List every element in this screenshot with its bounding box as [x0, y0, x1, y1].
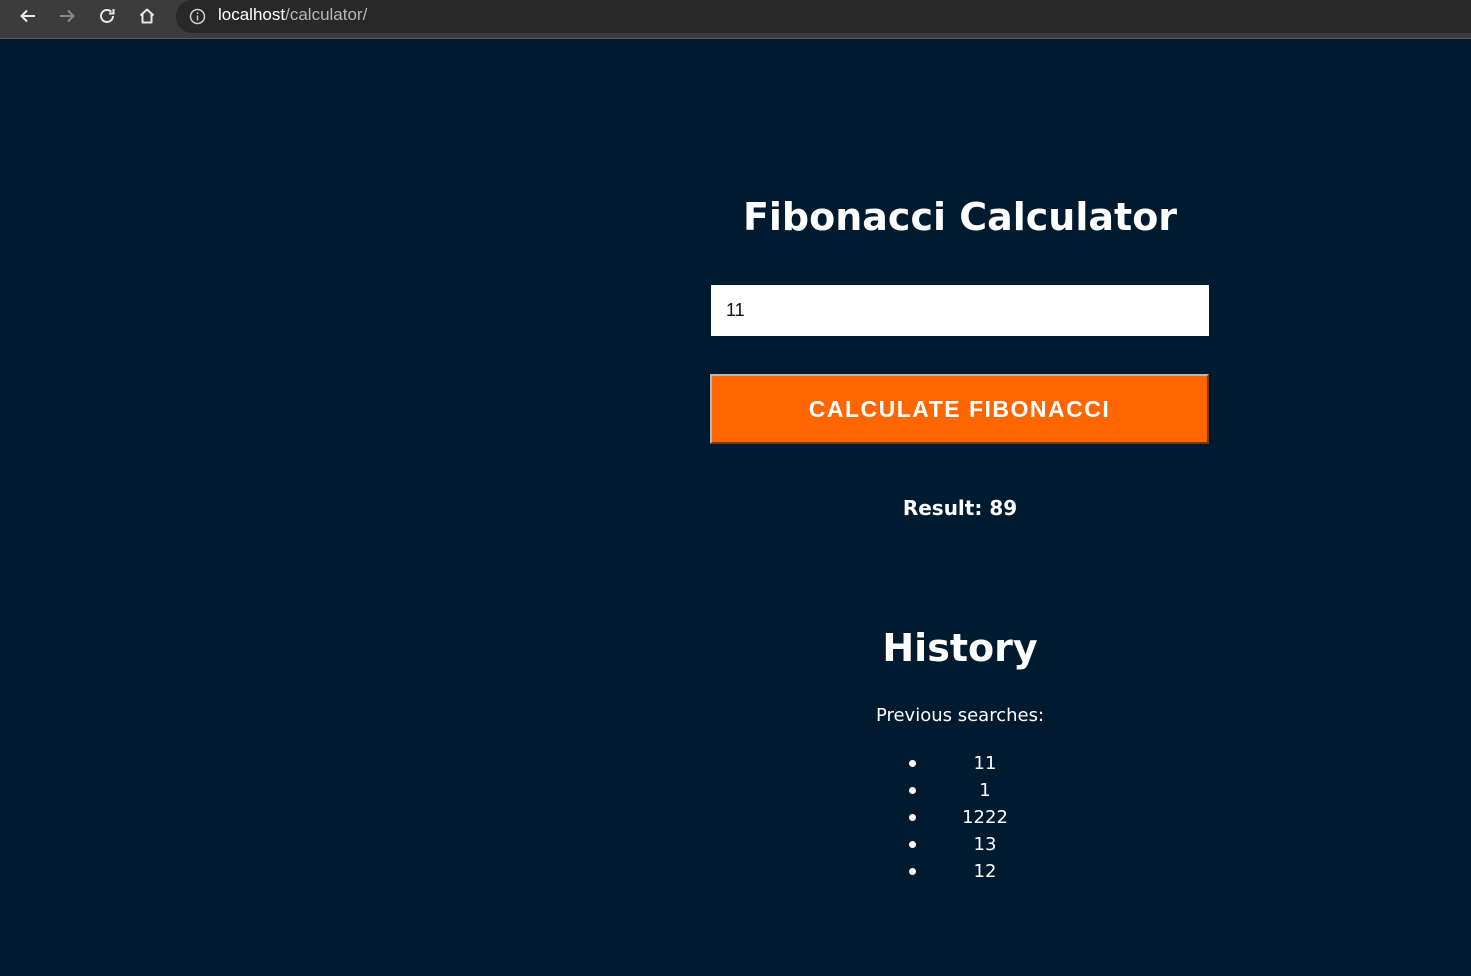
history-item: 1222 [900, 804, 1070, 831]
home-icon[interactable] [132, 2, 162, 30]
bullet-icon [909, 760, 916, 767]
url-host: localhost [218, 5, 286, 24]
reload-icon[interactable] [92, 2, 122, 30]
browser-toolbar: localhost/calculator/ [0, 0, 1471, 39]
bullet-icon [909, 868, 916, 875]
bullet-icon [909, 787, 916, 794]
calculate-fibonacci-button[interactable]: CALCULATE FIBONACCI [710, 374, 1209, 444]
url-text[interactable]: localhost/calculator/ [218, 5, 367, 25]
result-text: Result: 89 [902, 496, 1018, 520]
history-item-value: 11 [973, 753, 997, 774]
history-item: 1 [900, 777, 1070, 804]
info-icon[interactable] [189, 8, 206, 25]
history-item: 12 [900, 858, 1070, 885]
history-list: 11 1 1222 13 12 [900, 750, 1070, 885]
history-item-value: 13 [973, 834, 997, 855]
history-subtitle: Previous searches: [875, 705, 1045, 726]
back-icon[interactable] [13, 2, 43, 30]
forward-icon[interactable] [52, 2, 82, 30]
history-item-value: 1222 [962, 807, 1008, 828]
address-bar[interactable]: localhost/calculator/ [176, 0, 1471, 33]
bullet-icon [909, 841, 916, 848]
bullet-icon [909, 814, 916, 821]
history-item: 11 [900, 750, 1070, 777]
history-item-value: 1 [979, 780, 991, 801]
history-title: History [882, 626, 1038, 670]
history-item: 13 [900, 831, 1070, 858]
page-title: Fibonacci Calculator [742, 195, 1178, 239]
page-content: Fibonacci Calculator CALCULATE FIBONACCI… [0, 40, 1471, 976]
url-path: /calculator/ [285, 5, 368, 24]
number-input[interactable] [711, 285, 1209, 336]
history-item-value: 12 [973, 861, 997, 882]
